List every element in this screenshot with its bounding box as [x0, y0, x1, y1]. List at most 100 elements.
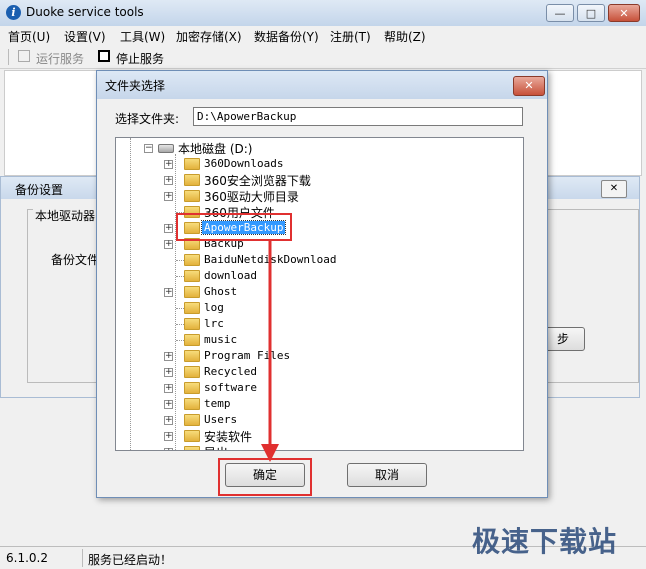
folder-icon	[184, 414, 200, 426]
folder-select-dialog: 文件夹选择 ✕ 选择文件夹: − 本地磁盘 (D:) +360Downloads…	[96, 70, 548, 498]
folder-icon	[184, 430, 200, 442]
stop-icon	[98, 50, 110, 62]
folder-icon	[184, 382, 200, 394]
dialog-close-button[interactable]: ✕	[513, 76, 545, 96]
folder-row[interactable]: log	[116, 300, 506, 316]
folder-row[interactable]: + Program Files	[116, 348, 506, 364]
expand-icon[interactable]: +	[164, 288, 173, 297]
local-drive-group-label: 本地驱动器	[33, 207, 98, 224]
status-divider	[82, 549, 83, 567]
folder-row[interactable]: +360Downloads	[116, 156, 506, 172]
expand-icon[interactable]: +	[164, 448, 173, 450]
folder-row[interactable]: + 导出	[116, 444, 506, 450]
expand-icon[interactable]: +	[164, 384, 173, 393]
folder-icon	[184, 318, 200, 330]
folder-row[interactable]: +360安全浏览器下载	[116, 172, 506, 188]
folder-label: 安装软件	[204, 430, 253, 444]
toolbar: 运行服务 停止服务	[0, 46, 646, 69]
folder-row[interactable]: + 安装软件	[116, 428, 506, 444]
folder-row[interactable]: lrc	[116, 316, 506, 332]
backup-file-label: 备份文件	[51, 253, 100, 267]
status-message: 服务已经启动！	[88, 553, 173, 567]
folder-icon	[184, 270, 200, 282]
folder-label: software	[204, 381, 257, 394]
app-info-icon: i	[6, 5, 21, 20]
stop-service-button[interactable]: 停止服务	[116, 50, 164, 67]
folder-icon	[184, 254, 200, 266]
folder-label: lrc	[204, 317, 224, 330]
folder-icon	[184, 334, 200, 346]
folder-icon	[184, 366, 200, 378]
dialog-title-bar: 文件夹选择 ✕	[97, 71, 547, 99]
red-arrow	[261, 240, 279, 462]
folder-label: log	[204, 301, 224, 314]
folder-row[interactable]: + temp	[116, 396, 506, 412]
folder-label: 选择文件夹:	[115, 112, 180, 126]
menu-settings[interactable]: 设置(V)	[64, 28, 106, 45]
cancel-button[interactable]: 取消	[347, 463, 427, 487]
expand-icon[interactable]: +	[164, 416, 173, 425]
folder-row[interactable]: + ApowerBackup	[116, 220, 506, 236]
folder-label: temp	[204, 397, 231, 410]
watermark-text: 极速下载站	[472, 525, 618, 558]
close-button[interactable]: ✕	[608, 4, 640, 22]
tree-line	[176, 276, 184, 277]
expand-icon[interactable]: +	[164, 240, 173, 249]
menu-home[interactable]: 首页(U)	[8, 28, 50, 45]
folder-row[interactable]: + Users	[116, 412, 506, 428]
expand-icon[interactable]: +	[164, 400, 173, 409]
expand-icon[interactable]: +	[164, 432, 173, 441]
menu-data-backup[interactable]: 数据备份(Y)	[254, 28, 319, 45]
menu-help[interactable]: 帮助(Z)	[384, 28, 426, 45]
tree-line	[176, 308, 184, 309]
folder-label: Ghost	[204, 285, 238, 298]
folder-label: Recycled	[204, 365, 257, 378]
dialog-title: 文件夹选择	[105, 79, 166, 93]
expand-icon[interactable]: +	[164, 192, 173, 201]
menu-register[interactable]: 注册(T)	[330, 28, 371, 45]
maximize-button[interactable]: □	[577, 4, 605, 22]
menu-bar: 首页(U) 设置(V) 工具(W) 加密存储(X) 数据备份(Y) 注册(T) …	[0, 26, 646, 46]
expand-icon[interactable]: +	[164, 352, 173, 361]
menu-encrypted-storage[interactable]: 加密存储(X)	[176, 28, 242, 45]
folder-row[interactable]: download	[116, 268, 506, 284]
folder-icon	[184, 350, 200, 362]
run-icon	[18, 50, 30, 62]
folder-row[interactable]: music	[116, 332, 506, 348]
folder-icon	[184, 286, 200, 298]
title-bar: i Duoke service tools — □ ✕	[0, 0, 646, 27]
expand-icon[interactable]: +	[164, 224, 173, 233]
minimize-button[interactable]: —	[546, 4, 574, 22]
folder-row[interactable]: +360驱动大师目录	[116, 188, 506, 204]
folder-label: 360驱动大师目录	[204, 190, 299, 204]
folder-label: music	[204, 333, 238, 346]
backup-close-button[interactable]: ✕	[601, 180, 627, 198]
backup-window-title: 备份设置	[15, 183, 64, 197]
folder-label: Users	[204, 413, 238, 426]
folder-label: download	[204, 269, 257, 282]
run-service-button[interactable]: 运行服务	[36, 50, 84, 67]
folder-icon	[184, 190, 200, 202]
folder-label: 360安全浏览器下载	[204, 174, 311, 188]
expand-icon[interactable]: +	[164, 176, 173, 185]
folder-icon	[184, 158, 200, 170]
folder-row[interactable]: BaiduNetdiskDownload	[116, 252, 506, 268]
expand-icon[interactable]: +	[164, 368, 173, 377]
folder-row[interactable]: + software	[116, 380, 506, 396]
app-title: Duoke service tools	[26, 5, 144, 19]
folder-row[interactable]: 360用户文件	[116, 204, 506, 220]
folder-row[interactable]: + Ghost	[116, 284, 506, 300]
folder-row[interactable]: + Recycled	[116, 364, 506, 380]
folder-icon	[184, 302, 200, 314]
expand-icon[interactable]: +	[164, 160, 173, 169]
folder-row[interactable]: + Backup	[116, 236, 506, 252]
folder-tree[interactable]: − 本地磁盘 (D:) +360Downloads +360安全浏览器下载 +360…	[115, 137, 524, 451]
folder-icon	[184, 398, 200, 410]
drive-label: 本地磁盘 (D:)	[178, 142, 253, 156]
collapse-icon[interactable]: −	[144, 144, 153, 153]
folder-path-input[interactable]	[193, 107, 523, 126]
folder-label: 导出	[204, 444, 228, 450]
tree-line	[176, 340, 184, 341]
menu-tools[interactable]: 工具(W)	[120, 28, 165, 45]
folder-icon	[184, 174, 200, 186]
